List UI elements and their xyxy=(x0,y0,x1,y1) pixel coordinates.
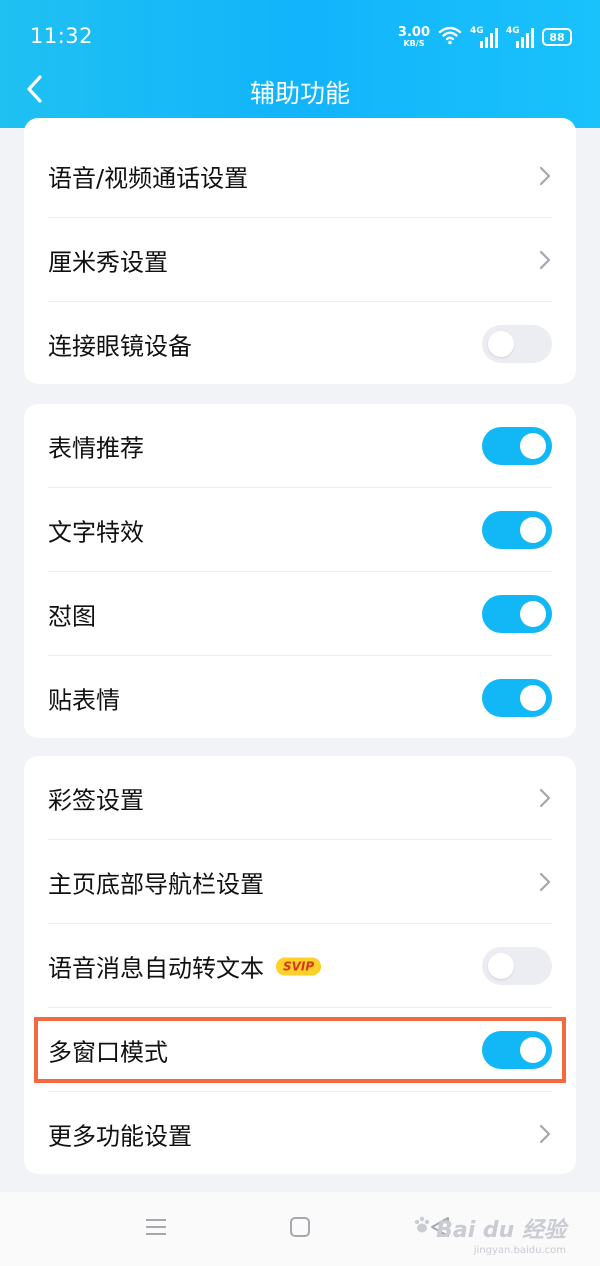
chevron-right-icon xyxy=(538,787,552,809)
svip-badge: SVIP xyxy=(276,957,322,975)
setting-row-bottom-nav[interactable]: 主页底部导航栏设置 xyxy=(48,840,552,924)
sticker-toggle[interactable] xyxy=(482,679,552,717)
text-effects-toggle[interactable] xyxy=(482,511,552,549)
toggle-knob xyxy=(520,601,546,627)
settings-card-1: 语音/视频通话设置 厘米秀设置 连接眼镜设备 xyxy=(24,118,576,384)
menu-icon xyxy=(144,1217,168,1241)
setting-row-voice-to-text: 语音消息自动转文本 SVIP xyxy=(48,924,552,1008)
multi-window-toggle[interactable] xyxy=(482,1031,552,1069)
page-title: 辅助功能 xyxy=(249,79,350,108)
battery-icon: 88 xyxy=(542,28,572,46)
toggle-knob xyxy=(488,331,514,357)
setting-row-call-settings[interactable]: 语音/视频通话设置 xyxy=(48,134,552,218)
watermark-logo-text: Bai du 经验 xyxy=(436,1218,566,1243)
toggle-knob xyxy=(520,1037,546,1063)
setting-row-color-tag[interactable]: 彩签设置 xyxy=(48,756,552,840)
chevron-right-icon xyxy=(538,165,552,187)
setting-label-text: 语音消息自动转文本 xyxy=(48,954,264,983)
cellular-signal-icon: 4G xyxy=(506,26,534,48)
paw-icon xyxy=(412,1215,432,1241)
status-icons: 3.00 KB/S 4G 4G 88 xyxy=(398,24,572,50)
setting-label: 多窗口模式 xyxy=(48,1038,168,1067)
setting-label: 连接眼镜设备 xyxy=(48,332,192,361)
chevron-right-icon xyxy=(538,1123,552,1145)
cellular-signal-icon: 4G xyxy=(470,26,498,48)
toggle-knob xyxy=(520,685,546,711)
setting-label: 贴表情 xyxy=(48,686,120,715)
setting-label: 厘米秀设置 xyxy=(48,248,168,277)
toggle-knob xyxy=(520,433,546,459)
watermark-url: jingyan.baidu.com xyxy=(473,1245,566,1256)
setting-label: 主页底部导航栏设置 xyxy=(48,870,264,899)
toggle-knob xyxy=(488,953,514,979)
settings-card-3: 彩签设置 主页底部导航栏设置 语音消息自动转文本 SVIP 多窗口模式 更多功能… xyxy=(24,756,576,1174)
chevron-right-icon xyxy=(538,871,552,893)
glasses-toggle[interactable] xyxy=(482,325,552,363)
settings-card-2: 表情推荐 文字特效 怼图 贴表情 xyxy=(24,404,576,738)
setting-row-cmshow[interactable]: 厘米秀设置 xyxy=(48,218,552,302)
toggle-knob xyxy=(520,517,546,543)
setting-row-meme: 怼图 xyxy=(48,572,552,656)
setting-label: 表情推荐 xyxy=(48,434,144,463)
watermark-logo: Bai du 经验 xyxy=(412,1212,566,1244)
chevron-right-icon xyxy=(538,249,552,271)
setting-label: 文字特效 xyxy=(48,518,144,547)
home-button[interactable] xyxy=(280,1209,320,1249)
menu-button[interactable] xyxy=(136,1209,176,1249)
setting-row-emoji-recommend: 表情推荐 xyxy=(48,404,552,488)
net-speed: 3.00 KB/S xyxy=(398,26,430,48)
app-header: 11:32 3.00 KB/S 4G 4G 88 辅助功能 xyxy=(0,0,600,128)
setting-row-multi-window: 多窗口模式 xyxy=(48,1008,552,1092)
square-icon xyxy=(289,1216,311,1242)
setting-label: 语音/视频通话设置 xyxy=(48,164,249,193)
net-speed-unit: KB/S xyxy=(403,39,425,48)
meme-toggle[interactable] xyxy=(482,595,552,633)
setting-label: 更多功能设置 xyxy=(48,1122,192,1151)
voice-to-text-toggle[interactable] xyxy=(482,947,552,985)
setting-row-more-features[interactable]: 更多功能设置 xyxy=(48,1092,552,1176)
setting-row-glasses: 连接眼镜设备 xyxy=(48,302,552,386)
setting-label: 彩签设置 xyxy=(48,786,144,815)
emoji-recommend-toggle[interactable] xyxy=(482,427,552,465)
setting-label: 怼图 xyxy=(48,602,96,631)
status-time: 11:32 xyxy=(30,24,94,48)
baidu-watermark: Bai du 经验 jingyan.baidu.com xyxy=(412,1212,566,1256)
setting-label: 语音消息自动转文本 SVIP xyxy=(48,949,322,984)
setting-row-sticker: 贴表情 xyxy=(48,656,552,740)
setting-row-text-effects: 文字特效 xyxy=(48,488,552,572)
wifi-icon xyxy=(438,25,462,49)
net-speed-value: 3.00 xyxy=(397,25,430,40)
